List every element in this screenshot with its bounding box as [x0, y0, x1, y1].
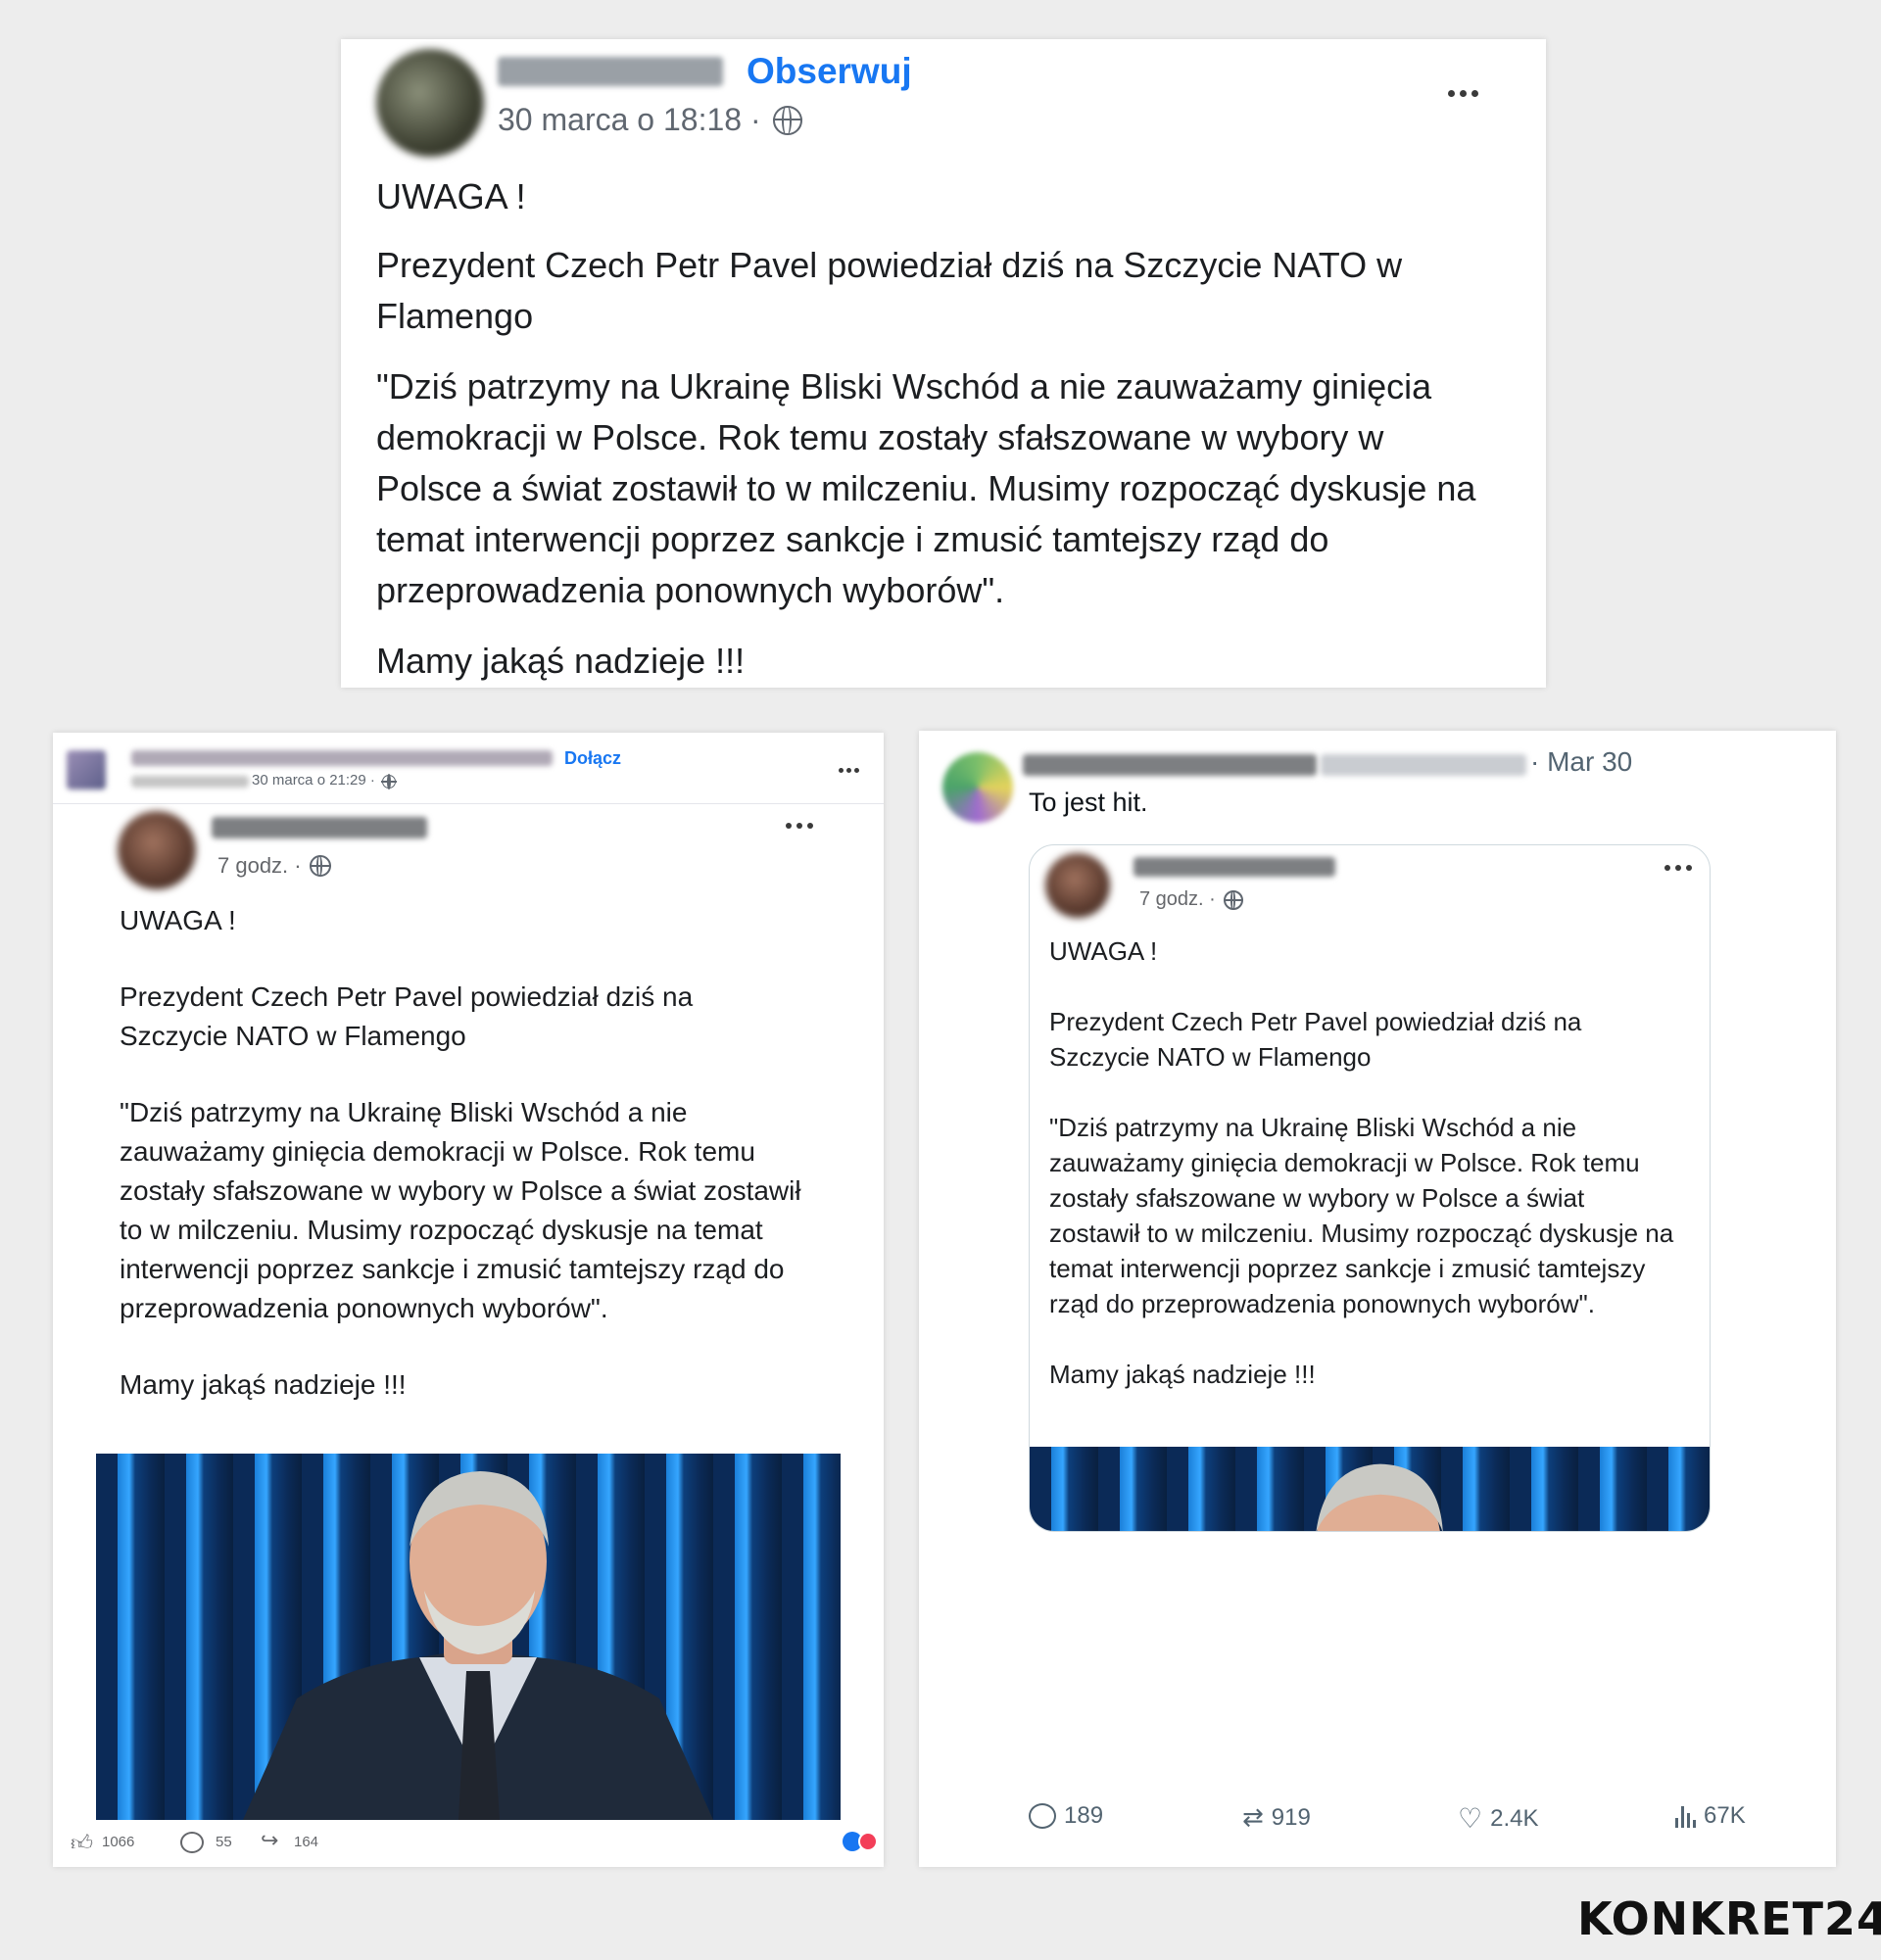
post-paragraph: UWAGA !: [120, 905, 236, 935]
reaction-love-icon[interactable]: [858, 1832, 878, 1851]
retweet-icon: ⇄: [1242, 1802, 1264, 1832]
author-avatar[interactable]: [1045, 853, 1110, 918]
views-icon: [1675, 1804, 1696, 1828]
tweet-author-avatar[interactable]: [942, 752, 1013, 823]
konkret24-logo: KONKRET24: [1577, 1892, 1881, 1945]
group-avatar[interactable]: [67, 750, 106, 789]
retweet-count: 919: [1271, 1803, 1311, 1831]
more-options-icon[interactable]: [1448, 90, 1478, 97]
post-paragraph: Prezydent Czech Petr Pavel powiedział dz…: [120, 981, 700, 1051]
follow-button[interactable]: Obserwuj: [747, 51, 912, 92]
post-timestamp[interactable]: 7 godz. ·: [217, 853, 302, 879]
reply-action[interactable]: 189: [1029, 1802, 1103, 1830]
views-action[interactable]: 67K: [1675, 1802, 1746, 1830]
group-header: Dołącz 30 marca o 21:29 ·: [53, 733, 884, 804]
post-photo[interactable]: [96, 1454, 841, 1820]
post-paragraph: "Dziś patrzymy na Ukrainę Bliski Wschód …: [1049, 1113, 1681, 1318]
speaker-photo: [1316, 1463, 1443, 1531]
reactions-bar: 👍︎ 1066 55 ↪ 164: [71, 1828, 878, 1859]
post-body: UWAGA ! Prezydent Czech Petr Pavel powie…: [120, 901, 805, 1405]
logo-text: KONKRET24: [1577, 1892, 1881, 1945]
globe-icon: [309, 855, 331, 877]
quoted-post-card[interactable]: 7 godz. · UWAGA ! Prezydent Czech Petr P…: [1029, 844, 1711, 1532]
like-count: 2.4K: [1490, 1804, 1539, 1832]
author-avatar[interactable]: [118, 811, 196, 889]
post-paragraph: "Dziś patrzymy na Ukrainę Bliski Wschód …: [376, 366, 1486, 610]
author-name-blurred[interactable]: [212, 817, 427, 838]
top-facebook-post: Obserwuj 30 marca o 18:18 · UWAGA ! Prez…: [341, 39, 1546, 688]
left-facebook-group-post: Dołącz 30 marca o 21:29 · 7 godz. · UWAG…: [53, 733, 884, 1867]
more-options-icon[interactable]: [839, 768, 859, 773]
post-paragraph: Mamy jakąś nadzieje !!!: [1049, 1360, 1316, 1389]
post-body: UWAGA ! Prezydent Czech Petr Pavel powie…: [1049, 933, 1676, 1392]
author-avatar[interactable]: [376, 49, 484, 157]
globe-icon: [1223, 889, 1243, 910]
share-count[interactable]: 164: [294, 1834, 318, 1850]
share-icon[interactable]: ↪: [261, 1828, 278, 1853]
like-count[interactable]: 1066: [102, 1834, 134, 1850]
post-paragraph: Prezydent Czech Petr Pavel powiedział dz…: [376, 245, 1413, 336]
retweet-action[interactable]: ⇄ 919: [1242, 1802, 1311, 1833]
join-button[interactable]: Dołącz: [564, 748, 621, 769]
heart-icon: ♡: [1458, 1803, 1483, 1834]
reply-icon: [1029, 1803, 1056, 1829]
post-timestamp[interactable]: 7 godz. ·: [1139, 888, 1216, 911]
post-paragraph: Prezydent Czech Petr Pavel powiedział dz…: [1049, 1007, 1589, 1072]
post-timestamp[interactable]: 30 marca o 18:18 ·: [498, 102, 761, 138]
globe-icon: [381, 774, 397, 789]
tweet-author-name-blurred[interactable]: [1023, 754, 1317, 776]
post-paragraph: "Dziś patrzymy na Ukrainę Bliski Wschód …: [120, 1097, 809, 1323]
comment-icon[interactable]: [180, 1832, 204, 1853]
tweet-author-handle-blurred[interactable]: [1321, 754, 1526, 776]
post-paragraph: Mamy jakąś nadzieje !!!: [120, 1369, 407, 1400]
group-author-blurred[interactable]: [131, 776, 249, 788]
author-name-blurred[interactable]: [498, 57, 723, 86]
tweet-date[interactable]: · Mar 30: [1530, 746, 1632, 778]
post-body: UWAGA ! Prezydent Czech Petr Pavel powie…: [376, 171, 1493, 687]
more-options-icon[interactable]: [1664, 865, 1692, 871]
post-meta: 7 godz. ·: [217, 853, 331, 879]
post-paragraph: Mamy jakąś nadzieje !!!: [376, 641, 746, 681]
like-icon[interactable]: 👍︎: [71, 1830, 93, 1856]
globe-icon: [772, 105, 802, 135]
like-action[interactable]: ♡ 2.4K: [1458, 1802, 1538, 1835]
reply-count: 189: [1064, 1802, 1104, 1829]
views-count: 67K: [1704, 1802, 1746, 1829]
post-paragraph: UWAGA !: [1049, 936, 1158, 966]
post-photo[interactable]: [1030, 1447, 1710, 1531]
post-meta: 30 marca o 18:18 ·: [498, 102, 802, 138]
tweet-text: To jest hit.: [1029, 788, 1148, 817]
group-timestamp[interactable]: 30 marca o 21:29 ·: [252, 772, 375, 789]
speaker-photo: [243, 1471, 713, 1820]
group-name-blurred[interactable]: [131, 750, 553, 766]
more-options-icon[interactable]: [786, 823, 813, 829]
right-twitter-post: · Mar 30 To jest hit. 7 godz. · UWAGA ! …: [919, 731, 1836, 1867]
post-meta: 7 godz. ·: [1139, 888, 1243, 911]
comment-count[interactable]: 55: [216, 1834, 232, 1850]
author-name-blurred[interactable]: [1133, 857, 1335, 877]
tweet-actions: 189 ⇄ 919 ♡ 2.4K 67K: [919, 1802, 1836, 1841]
post-paragraph: UWAGA !: [376, 176, 526, 216]
